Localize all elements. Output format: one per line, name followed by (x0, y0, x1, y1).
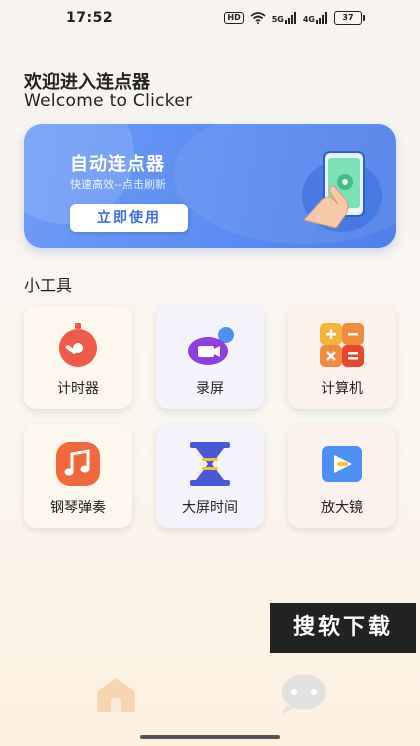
screen-record-icon (188, 327, 234, 365)
tool-calculator[interactable]: 计算机 (288, 305, 396, 409)
home-indicator (140, 735, 280, 739)
welcome-subtitle: Welcome to Clicker (24, 91, 193, 111)
phone-tap-icon (302, 151, 382, 232)
tool-label: 计算机 (321, 381, 363, 397)
signal-4g-icon: 4G (303, 12, 328, 24)
signal-5g-icon: 5G (272, 12, 297, 24)
stopwatch-icon (59, 323, 97, 367)
tool-magnifier[interactable]: 放大镜 (288, 424, 396, 528)
tool-big-clock[interactable]: 大屏时间 (156, 424, 264, 528)
bottom-navigation (0, 660, 420, 730)
play-magnifier-icon (322, 446, 362, 482)
music-note-icon (56, 442, 100, 486)
home-icon[interactable] (95, 674, 137, 714)
calculator-icon (320, 323, 364, 367)
tool-screen-record[interactable]: 录屏 (156, 305, 264, 409)
tool-label: 放大镜 (321, 500, 363, 516)
tool-label: 录屏 (196, 381, 224, 397)
tools-section-title: 小工具 (24, 276, 73, 295)
watermark-badge: 搜软下载 (270, 603, 416, 653)
hourglass-icon (190, 442, 230, 486)
chat-bubble-icon[interactable] (280, 672, 328, 714)
tool-label: 大屏时间 (182, 500, 238, 516)
banner-subtitle: 快速高效--点击刷新 (70, 178, 166, 191)
wifi-icon (250, 12, 266, 24)
battery-icon: 37 (334, 11, 365, 25)
tool-label: 钢琴弹奏 (50, 500, 106, 516)
tool-label: 计时器 (57, 381, 99, 397)
promo-banner[interactable]: 自动连点器 快速高效--点击刷新 立即使用 (24, 124, 396, 248)
tool-piano[interactable]: 钢琴弹奏 (24, 424, 132, 528)
status-time: 17:52 (66, 10, 114, 26)
use-now-button[interactable]: 立即使用 (70, 204, 188, 232)
status-icons: HD 5G 4G 37 (224, 10, 365, 26)
hd-icon: HD (224, 12, 244, 24)
tool-timer[interactable]: 计时器 (24, 305, 132, 409)
status-bar: 17:52 HD 5G 4G 37 (0, 0, 420, 36)
banner-title: 自动连点器 (70, 154, 165, 175)
